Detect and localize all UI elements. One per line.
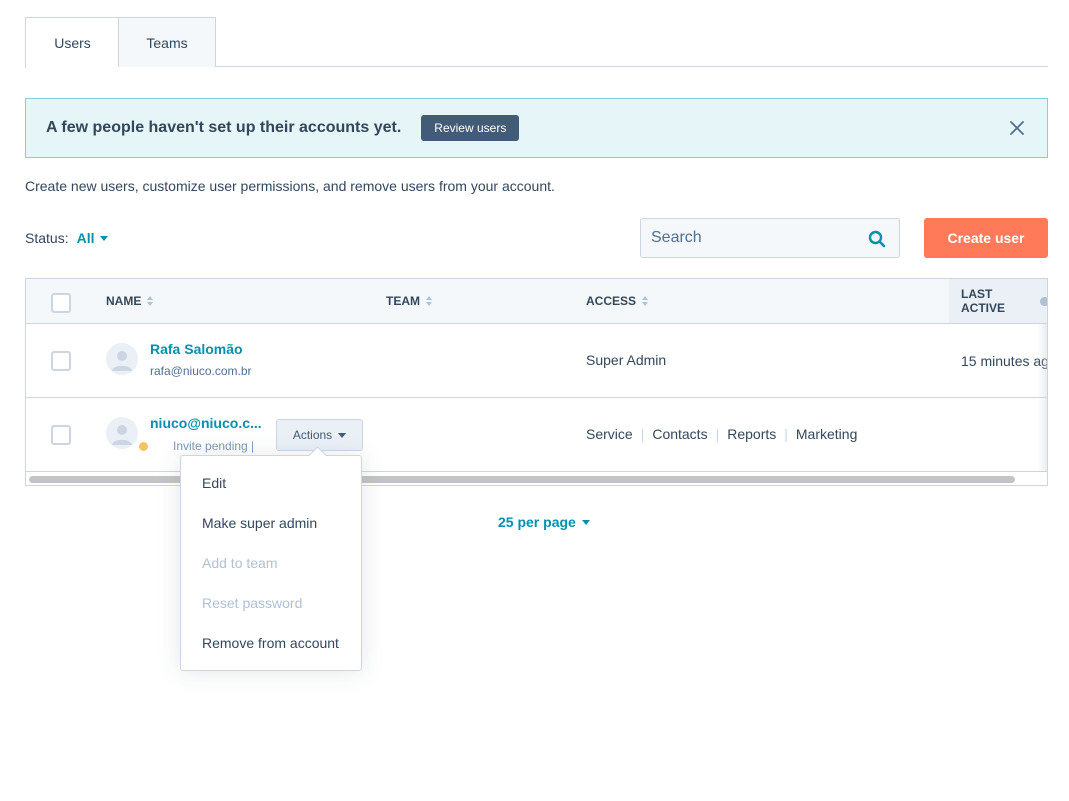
invite-status: Invite pending | [139, 439, 255, 453]
access-cell: Super Admin [586, 352, 666, 368]
search-input[interactable] [651, 229, 851, 247]
avatar [106, 343, 138, 375]
user-name-link[interactable]: niuco@niuco.c... [150, 415, 262, 431]
horizontal-scrollbar[interactable] [29, 476, 1015, 483]
search-box [640, 218, 900, 258]
info-icon [1040, 296, 1047, 306]
sort-icon [426, 296, 432, 306]
column-header-label: Name [106, 294, 142, 308]
menu-item-remove-from-account[interactable]: Remove from account [202, 635, 339, 651]
status-filter-label: Status: [25, 230, 69, 246]
access-tag: Reports [727, 426, 777, 442]
menu-item-make-super-admin[interactable]: Make super admin [202, 515, 317, 531]
actions-dropdown-button[interactable]: Actions [276, 419, 363, 451]
user-email: rafa@niuco.com.br [150, 364, 252, 378]
divider: | [784, 426, 788, 442]
search-icon[interactable] [868, 230, 886, 251]
row-checkbox[interactable] [51, 425, 71, 445]
setup-alert-banner: A few people haven't set up their accoun… [25, 98, 1048, 158]
avatar [106, 417, 138, 449]
status-dot-icon [139, 442, 148, 451]
status-filter-dropdown[interactable]: All [77, 230, 109, 246]
table-row: Rafa Salomão rafa@niuco.com.br Super Adm… [26, 324, 1048, 398]
table-header: Name Team Access Last active [26, 279, 1047, 324]
status-filter-value: All [76, 230, 95, 246]
column-header-team[interactable]: Team [386, 279, 432, 323]
column-header-name[interactable]: Name [106, 279, 154, 323]
divider: | [640, 426, 645, 442]
actions-menu: Edit Make super admin Add to team Reset … [180, 455, 362, 671]
tab-bar: Users Teams [25, 17, 1048, 68]
actions-label: Actions [292, 428, 333, 442]
users-table: Name Team Access Last active Rafa Salomã… [25, 278, 1048, 486]
access-tag: Contacts [652, 426, 708, 442]
per-page-label: 25 per page [498, 514, 576, 530]
sort-icon [147, 296, 154, 306]
create-user-button[interactable]: Create user [924, 218, 1048, 258]
column-header-label: Last active [961, 287, 1006, 315]
review-users-button[interactable]: Review users [421, 115, 520, 141]
chevron-down-icon [100, 235, 109, 241]
access-label: Super Admin [586, 352, 667, 368]
access-tag: Service [586, 426, 633, 442]
last-active-cell: 15 minutes ago [961, 353, 1048, 369]
column-header-access[interactable]: Access [586, 279, 649, 323]
column-header-last-active[interactable]: Last active [949, 279, 1047, 323]
access-cell: Service | Contacts | Reports | Marketing [586, 426, 857, 442]
scroll-shadow [1037, 324, 1047, 472]
chevron-down-icon [338, 432, 347, 438]
tab-teams[interactable]: Teams [118, 17, 216, 67]
column-header-label: Team [386, 294, 420, 308]
access-tag: Marketing [795, 426, 858, 442]
close-icon[interactable] [1009, 120, 1025, 136]
intro-text: Create new users, customize user permiss… [25, 178, 555, 194]
select-all-checkbox[interactable] [51, 293, 71, 313]
sort-icon [642, 296, 649, 306]
divider: | [715, 426, 720, 442]
row-checkbox[interactable] [51, 351, 71, 371]
banner-message: A few people haven't set up their accoun… [46, 119, 402, 136]
user-name-link[interactable]: Rafa Salomão [150, 341, 243, 357]
chevron-down-icon [581, 519, 590, 525]
column-header-label: Access [586, 294, 637, 308]
per-page-dropdown[interactable]: 25 per page [498, 514, 590, 530]
invite-status-label: Invite pending | [173, 439, 255, 453]
menu-item-add-to-team: Add to team [202, 555, 278, 571]
status-filter: Status: All [25, 230, 109, 246]
menu-item-reset-password: Reset password [202, 595, 303, 611]
menu-item-edit[interactable]: Edit [202, 475, 226, 491]
tab-users[interactable]: Users [25, 17, 119, 68]
